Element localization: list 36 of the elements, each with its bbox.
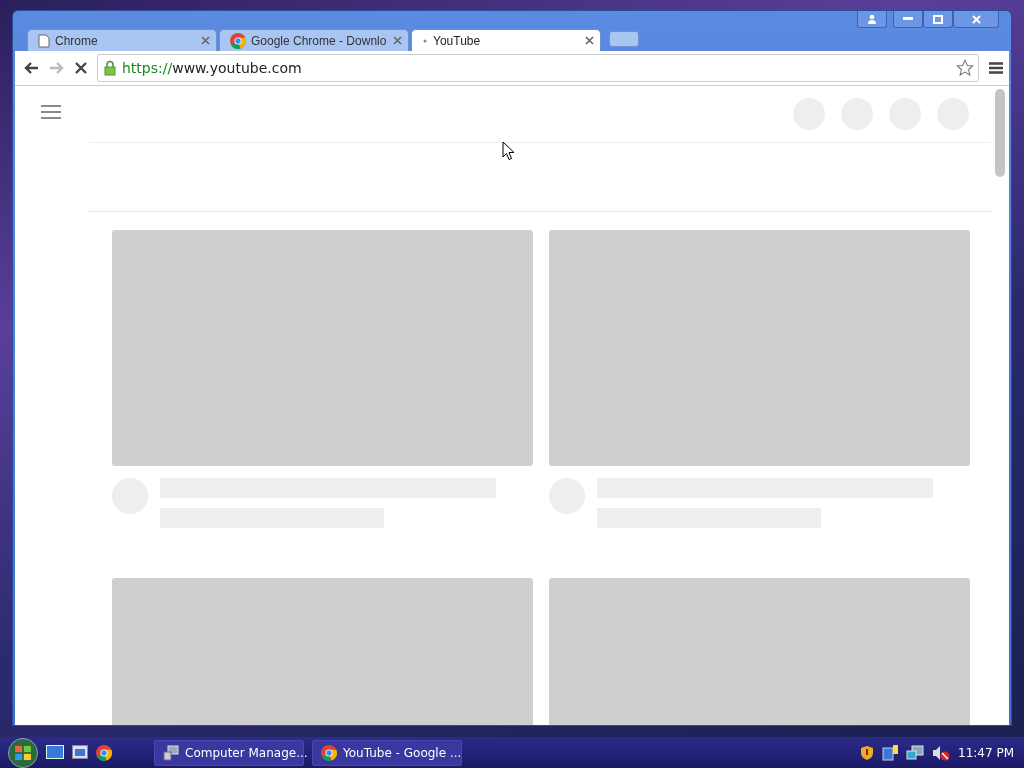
cursor-icon: [502, 141, 515, 161]
close-icon[interactable]: [585, 36, 594, 45]
browser-tab[interactable]: Chrome: [27, 29, 217, 51]
browser-tab[interactable]: Google Chrome - Downlo: [219, 29, 409, 51]
speaker-muted-icon[interactable]: [932, 744, 950, 761]
chrome-icon: [321, 744, 337, 761]
maximize-button[interactable]: [923, 11, 953, 28]
window-switch-icon[interactable]: [72, 744, 88, 759]
star-icon[interactable]: [956, 59, 974, 77]
page-icon: [38, 33, 50, 48]
browser-tab[interactable]: YouTube: [411, 29, 601, 51]
flag-icon[interactable]: [882, 744, 898, 761]
minimize-button[interactable]: [893, 11, 923, 28]
desktop-icon[interactable]: [46, 744, 64, 759]
clock[interactable]: 11:47 PM: [958, 745, 1014, 760]
scrollbar-thumb[interactable]: [995, 89, 1005, 177]
close-icon[interactable]: [201, 36, 210, 45]
start-button[interactable]: [8, 737, 38, 768]
profile-button[interactable]: [857, 11, 887, 28]
minimize-icon: [903, 17, 913, 21]
address-field[interactable]: https://www.youtube.com: [97, 54, 979, 82]
maximize-icon: [933, 14, 943, 24]
shield-icon[interactable]: [860, 744, 874, 761]
menu-icon[interactable]: [989, 62, 1003, 74]
chrome-icon: [230, 32, 246, 49]
network-icon[interactable]: [906, 744, 924, 761]
person-icon: [867, 14, 877, 24]
chrome-icon: [96, 744, 112, 761]
computer-icon: [163, 744, 179, 761]
loading-icon: [422, 37, 428, 44]
stop-icon[interactable]: [75, 62, 87, 74]
taskbar-button[interactable]: YouTube - Google ...: [312, 739, 462, 766]
close-button[interactable]: [953, 11, 999, 28]
close-icon: [971, 14, 981, 24]
back-icon[interactable]: [23, 61, 39, 75]
close-icon[interactable]: [393, 36, 402, 45]
